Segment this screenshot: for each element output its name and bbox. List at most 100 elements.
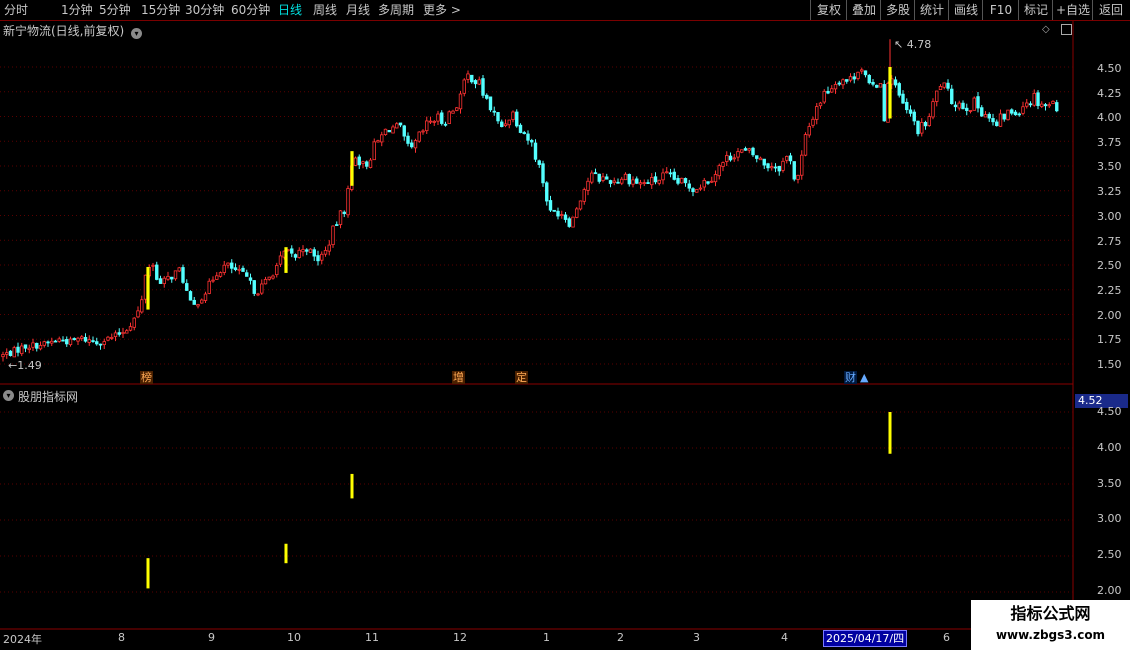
candle-body (132, 317, 136, 328)
candle-body (698, 187, 703, 190)
candle-body (241, 267, 245, 272)
candle-body (383, 128, 388, 136)
period-tab-fenshi[interactable]: 分时 (4, 2, 28, 18)
candle-body (91, 340, 95, 343)
candle-body (12, 347, 16, 358)
diamond-icon[interactable]: ◇ (1042, 24, 1050, 35)
candle-body (563, 214, 568, 220)
date-label: 9 (208, 631, 215, 644)
candle-body (728, 155, 733, 161)
period-tab-monthly[interactable]: 月线 (346, 2, 370, 18)
marker-finance[interactable]: 财 (844, 371, 857, 384)
candle-body (1051, 100, 1055, 104)
period-tab-multi[interactable]: 多周期 (378, 2, 414, 18)
candle-body (837, 82, 841, 85)
add-watchlist-button[interactable]: +自选 (1052, 0, 1093, 20)
panel-toggle-icon[interactable] (1061, 24, 1072, 35)
candle-body (27, 347, 31, 350)
mark-button[interactable]: 标记 (1018, 0, 1053, 20)
candle-body (462, 79, 466, 94)
candle-body (785, 156, 789, 161)
candle-body (661, 172, 665, 181)
candle-body (800, 154, 804, 176)
chart-canvas[interactable] (0, 21, 1130, 630)
period-tab-60min[interactable]: 60分钟 (231, 2, 270, 18)
candle-body (473, 80, 478, 85)
overlay-button[interactable]: 叠加 (846, 0, 881, 20)
period-tab-weekly[interactable]: 周线 (313, 2, 337, 18)
candle-body (297, 249, 301, 258)
candle-body (740, 149, 744, 153)
candle-body (151, 264, 155, 267)
main-ytick: 1.75 (1097, 333, 1122, 346)
period-tab-30min[interactable]: 30分钟 (185, 2, 224, 18)
candle-body (852, 76, 856, 80)
candle-body (518, 124, 523, 133)
candle-body (16, 346, 20, 353)
candle-body (631, 179, 635, 185)
watermark-title: 指标公式网 (1010, 604, 1091, 623)
candle-body (248, 277, 253, 281)
period-tab-daily[interactable]: 日线 (278, 2, 302, 18)
candle-body (316, 255, 320, 262)
sub-ytick: 3.00 (1097, 512, 1122, 525)
candle-body (770, 166, 774, 169)
statistics-button[interactable]: 统计 (914, 0, 949, 20)
candle-body (447, 111, 451, 124)
f10-button[interactable]: F10 (982, 0, 1019, 20)
candle-body (481, 78, 485, 96)
candle-body (927, 116, 931, 126)
period-tab-1min[interactable]: 1分钟 (61, 2, 93, 18)
candle-body (882, 84, 886, 122)
candle-body (466, 73, 470, 80)
date-label: 11 (365, 631, 379, 644)
candle-body (608, 180, 613, 184)
candle-body (252, 280, 256, 294)
candle-body (331, 225, 335, 246)
marker-increase[interactable]: 增 (452, 371, 465, 384)
candle-body (395, 123, 399, 129)
candle-body (271, 275, 275, 279)
multi-stock-button[interactable]: 多股 (880, 0, 915, 20)
candle-body (848, 76, 853, 81)
period-tab-more[interactable]: 更多 > (423, 2, 461, 18)
period-tab-15min[interactable]: 15分钟 (141, 2, 180, 18)
candle-body (402, 125, 406, 137)
candle-body (946, 82, 950, 89)
fuquan-button[interactable]: 复权 (810, 0, 847, 20)
back-button[interactable]: 返回 (1092, 0, 1129, 20)
candle-body (811, 118, 815, 126)
candle-body (1013, 111, 1018, 116)
candle-body (717, 165, 721, 177)
candle-body (23, 344, 28, 349)
signal-candle (284, 247, 288, 273)
candle-body (80, 336, 84, 339)
main-candles (1, 39, 1059, 362)
candle-body (605, 176, 609, 180)
indicator-title: 股朋指标网 (18, 390, 79, 404)
candle-body (616, 181, 620, 184)
candle-body (691, 188, 695, 193)
marker-placement[interactable]: 定 (515, 371, 528, 384)
main-ytick: 4.50 (1097, 62, 1122, 75)
main-ytick: 4.25 (1097, 87, 1122, 100)
candle-body (53, 340, 58, 343)
candle-body (50, 340, 54, 344)
candle-body (320, 253, 324, 261)
candle-body (372, 141, 376, 161)
candle-body (942, 82, 946, 88)
candle-body (1021, 106, 1025, 114)
period-tab-5min[interactable]: 5分钟 (99, 2, 131, 18)
chevron-down-icon[interactable]: ▾ (3, 390, 14, 401)
draw-line-button[interactable]: 画线 (948, 0, 983, 20)
watermark: 指标公式网 www.zbgs3.com (971, 600, 1130, 650)
candle-body (125, 330, 129, 334)
candle-body (713, 174, 718, 183)
candle-body (803, 134, 808, 156)
chevron-down-icon[interactable]: ▾ (131, 28, 143, 39)
marker-list[interactable]: 榜 (140, 371, 153, 384)
candle-body (833, 84, 838, 90)
candle-body (35, 342, 39, 349)
candle-body (308, 248, 313, 253)
candle-body (155, 264, 159, 280)
